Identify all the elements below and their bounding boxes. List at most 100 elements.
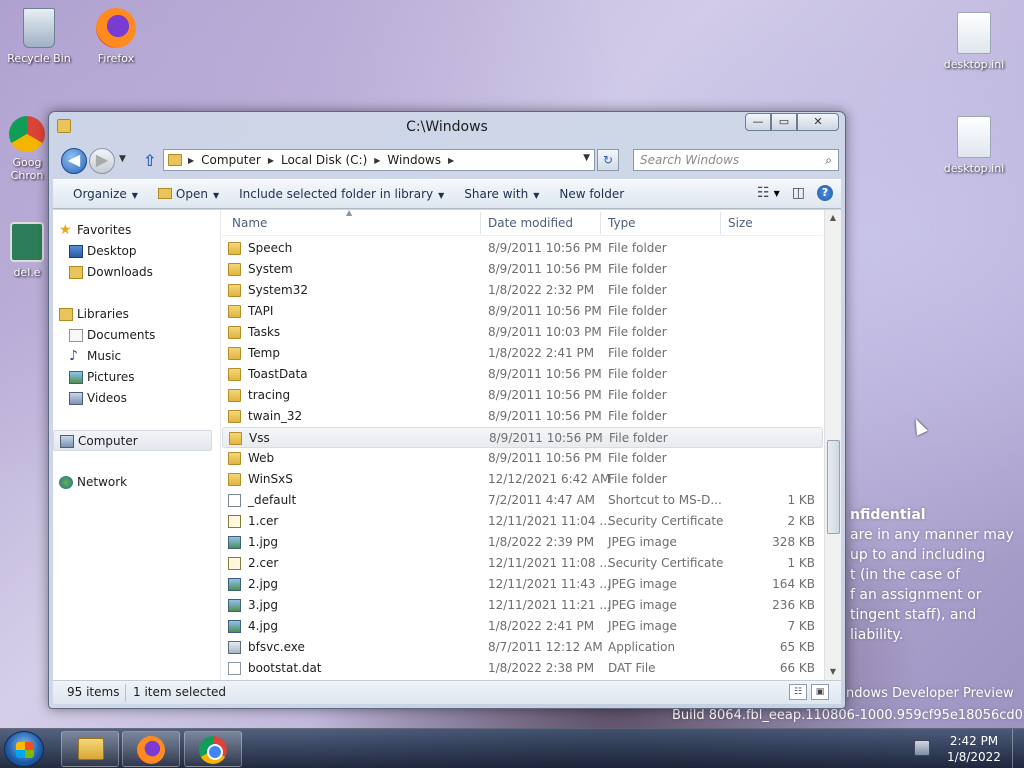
minimize-button[interactable]: — — [745, 113, 771, 131]
pictures-icon — [69, 371, 83, 384]
file-row[interactable]: tracing 8/9/2011 10:56 PM File folder — [222, 385, 823, 406]
chevron-right-icon[interactable]: ▶ — [268, 156, 274, 165]
nav-network[interactable]: Network — [53, 472, 220, 493]
address-bar[interactable]: ▶ Computer ▶ Local Disk (C:) ▶ Windows ▶… — [163, 149, 595, 171]
file-date: 8/9/2011 10:56 PM — [488, 409, 602, 423]
file-row[interactable]: bootstat.dat 1/8/2022 2:38 PM DAT File 66 K… — [222, 658, 823, 679]
scroll-thumb[interactable] — [827, 440, 840, 534]
file-row[interactable]: 1.cer 12/11/2021 11:04 ... Security Certif… — [222, 511, 823, 532]
column-divider[interactable] — [480, 212, 481, 234]
column-type[interactable]: Type — [608, 216, 636, 230]
taskbar-explorer-button[interactable] — [61, 731, 119, 767]
file-row[interactable]: 1.jpg 1/8/2022 2:39 PM JPEG image 328 KB — [222, 532, 823, 553]
vertical-scrollbar[interactable]: ▲ ▼ — [824, 210, 841, 680]
column-size[interactable]: Size — [728, 216, 753, 230]
address-dropdown-icon[interactable]: ▼ — [583, 153, 590, 163]
search-input[interactable]: Search Windows ⌕ — [633, 149, 839, 171]
file-row[interactable]: System 8/9/2011 10:56 PM File folder — [222, 259, 823, 280]
breadcrumb-windows[interactable]: Windows — [387, 153, 441, 167]
nav-documents[interactable]: Documents — [53, 325, 220, 346]
image-icon — [228, 620, 241, 633]
file-name: twain_32 — [248, 409, 303, 423]
column-name[interactable]: Name — [232, 216, 267, 230]
nav-videos[interactable]: Videos — [53, 388, 220, 409]
new-folder-button[interactable]: New folder — [549, 187, 634, 201]
scroll-down-icon[interactable]: ▼ — [825, 664, 841, 680]
nav-libraries[interactable]: Libraries — [53, 304, 220, 325]
desktop-ini-label: desktop.ini — [943, 58, 1005, 71]
chevron-right-icon[interactable]: ▶ — [188, 156, 194, 165]
file-row[interactable]: 2.cer 12/11/2021 11:08 ... Security Certif… — [222, 553, 823, 574]
file-name: 4.jpg — [248, 619, 279, 633]
file-row[interactable]: Web 8/9/2011 10:56 PM File folder — [222, 448, 823, 469]
include-in-library-button[interactable]: Include selected folder in library ▼ — [229, 187, 454, 201]
file-type: JPEG image — [608, 598, 677, 612]
file-name: System32 — [248, 283, 309, 297]
file-date: 8/9/2011 10:56 PM — [488, 241, 602, 255]
file-row[interactable]: Vss 8/9/2011 10:56 PM File folder — [222, 427, 823, 448]
action-center-icon[interactable] — [914, 740, 930, 756]
nav-desktop[interactable]: Desktop — [53, 241, 220, 262]
tiles-view-icon[interactable]: ▣ — [811, 684, 829, 700]
close-button[interactable]: ✕ — [797, 113, 839, 131]
help-icon[interactable]: ? — [817, 185, 833, 201]
file-row[interactable]: twain_32 8/9/2011 10:56 PM File folder — [222, 406, 823, 427]
organize-button[interactable]: Organize ▼ — [63, 187, 148, 201]
taskbar-chrome-button[interactable] — [184, 731, 242, 767]
column-divider[interactable] — [720, 212, 721, 234]
nav-label: Libraries — [77, 307, 129, 321]
recent-pages-dropdown[interactable]: ▼ — [119, 154, 126, 164]
scroll-up-icon[interactable]: ▲ — [825, 210, 841, 226]
file-type: File folder — [608, 409, 667, 423]
file-row[interactable]: Tasks 8/9/2011 10:03 PM File folder — [222, 322, 823, 343]
column-date-modified[interactable]: Date modified — [488, 216, 573, 230]
image-icon — [228, 599, 241, 612]
file-row[interactable]: TAPI 8/9/2011 10:56 PM File folder — [222, 301, 823, 322]
column-divider[interactable] — [600, 212, 601, 234]
chevron-right-icon[interactable]: ▶ — [448, 156, 454, 165]
file-row[interactable]: 3.jpg 12/11/2021 11:21 ... JPEG image 236 K… — [222, 595, 823, 616]
nav-music[interactable]: ♪ Music — [53, 346, 220, 367]
explorer-window[interactable]: C:\Windows — ▭ ✕ ◀ ▶ ▼ ⇧ ▶ Computer ▶ Lo… — [48, 111, 846, 709]
file-row[interactable]: _default 7/2/2011 4:47 AM Shortcut to MS-D… — [222, 490, 823, 511]
file-row[interactable]: 4.jpg 1/8/2022 2:41 PM JPEG image 7 KB — [222, 616, 823, 637]
clock[interactable]: 2:42 PM 1/8/2022 — [938, 733, 1010, 765]
file-row[interactable]: Temp 1/8/2022 2:41 PM File folder — [222, 343, 823, 364]
chevron-down-icon[interactable]: ▼ — [774, 189, 780, 198]
search-icon[interactable]: ⌕ — [825, 150, 832, 170]
breadcrumb-computer[interactable]: Computer — [201, 153, 261, 167]
chevron-right-icon[interactable]: ▶ — [374, 156, 380, 165]
nav-pictures[interactable]: Pictures — [53, 367, 220, 388]
nav-computer[interactable]: Computer — [53, 430, 212, 451]
file-row[interactable]: System32 1/8/2022 2:32 PM File folder — [222, 280, 823, 301]
desktop-icon-firefox[interactable]: Firefox — [80, 8, 152, 65]
file-row[interactable]: ToastData 8/9/2011 10:56 PM File folder — [222, 364, 823, 385]
preview-pane-icon[interactable]: ◫ — [792, 185, 805, 201]
desktop-icon-desktop-ini-2[interactable]: desktop.ini — [938, 116, 1010, 175]
file-size: 236 KB — [772, 598, 815, 612]
up-arrow-icon[interactable]: ⇧ — [143, 151, 156, 170]
maximize-button[interactable]: ▭ — [771, 113, 797, 131]
file-row[interactable]: WinSxS 12/12/2021 6:42 AM File folder — [222, 469, 823, 490]
file-type: File folder — [608, 367, 667, 381]
nav-favorites[interactable]: ★ Favorites — [53, 220, 220, 241]
open-button[interactable]: Open ▼ — [148, 187, 229, 201]
refresh-button[interactable]: ↻ — [597, 149, 619, 171]
details-view-icon[interactable]: ☷ — [789, 684, 807, 700]
forward-button[interactable]: ▶ — [89, 148, 115, 174]
breadcrumb-local-disk[interactable]: Local Disk (C:) — [281, 153, 367, 167]
file-row[interactable]: Speech 8/9/2011 10:56 PM File folder — [222, 238, 823, 259]
file-row[interactable]: bfsvc.exe 8/7/2011 12:12 AM Application 65 … — [222, 637, 823, 658]
show-desktop-button[interactable] — [1012, 729, 1024, 768]
desktop-icon-desktop-ini-1[interactable]: desktop.ini — [938, 12, 1010, 71]
back-button[interactable]: ◀ — [61, 148, 87, 174]
start-button[interactable] — [4, 731, 44, 767]
share-with-button[interactable]: Share with ▼ — [454, 187, 549, 201]
taskbar-firefox-button[interactable] — [122, 731, 180, 767]
file-row[interactable]: 2.jpg 12/11/2021 11:43 ... JPEG image 164 K… — [222, 574, 823, 595]
change-view-icon[interactable]: ☷ — [757, 185, 770, 201]
title-bar[interactable]: C:\Windows — ▭ ✕ — [49, 112, 845, 142]
desktop-icon-recycle-bin[interactable]: Recycle Bin — [3, 8, 75, 65]
nav-downloads[interactable]: Downloads — [53, 262, 220, 283]
